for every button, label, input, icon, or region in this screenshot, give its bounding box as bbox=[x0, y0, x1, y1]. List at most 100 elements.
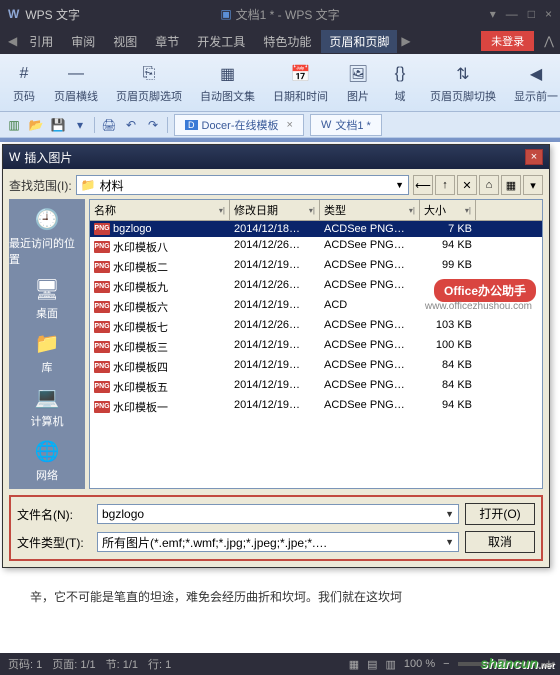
png-icon: PNG bbox=[94, 301, 110, 313]
places-item-1[interactable]: 🖥桌面 bbox=[31, 275, 63, 321]
tab-review[interactable]: 审阅 bbox=[63, 30, 103, 53]
file-type: ACDSee PNG… bbox=[320, 398, 420, 416]
dropdown-icon[interactable]: ▾ bbox=[490, 7, 496, 21]
place-label: 库 bbox=[42, 359, 53, 375]
tab-header-footer[interactable]: 页眉和页脚 bbox=[321, 30, 397, 53]
minimize-button[interactable]: — bbox=[506, 7, 518, 21]
toolbar-button-2[interactable]: ✕ bbox=[457, 175, 477, 195]
filename-input[interactable]: bgzlogo ▼ bbox=[97, 504, 459, 524]
dialog-titlebar[interactable]: W 插入图片 × bbox=[3, 145, 549, 169]
ribbon-item-4[interactable]: 📅日期和时间 bbox=[273, 62, 328, 104]
toolbar-button-3[interactable]: ⌂ bbox=[479, 175, 499, 195]
statusbar: 页码: 1 页面: 1/1 节: 1/1 行: 1 ▦ ▤ ▥ 100 % − … bbox=[0, 653, 560, 675]
ribbon-item-0[interactable]: #页码 bbox=[12, 62, 36, 104]
toolbar-button-0[interactable]: ⟵ bbox=[413, 175, 433, 195]
ribbon-label: 页眉页脚选项 bbox=[116, 88, 182, 104]
undo-icon[interactable]: ↶ bbox=[123, 117, 139, 133]
file-type: ACDSee PNG… bbox=[320, 378, 420, 396]
file-row[interactable]: PNG水印模板八 2014/12/26… ACDSee PNG… 94 KB bbox=[90, 237, 542, 257]
file-row[interactable]: PNG水印模板四 2014/12/19… ACDSee PNG… 84 KB bbox=[90, 357, 542, 377]
file-date: 2014/12/19… bbox=[230, 258, 320, 276]
place-icon: 🌐 bbox=[31, 437, 63, 465]
ribbon-label: 自动图文集 bbox=[200, 88, 255, 104]
menu-caret-icon[interactable]: ⋀ bbox=[544, 34, 554, 48]
view-icon[interactable]: ▦ bbox=[349, 658, 359, 671]
file-row[interactable]: PNG水印模板三 2014/12/19… ACDSee PNG… 100 KB bbox=[90, 337, 542, 357]
column-size[interactable]: 大小▾| bbox=[420, 200, 476, 220]
png-icon: PNG bbox=[94, 223, 110, 235]
toolbar-button-4[interactable]: ▦ bbox=[501, 175, 521, 195]
file-name: 水印模板三 bbox=[113, 339, 168, 355]
titlebar: W WPS 文字 ▣ 文档1 * - WPS 文字 ▾ — □ × bbox=[0, 0, 560, 28]
quick-access-bar: ▥ 📂 💾 ▾ 🖨 ↶ ↷ D Docer-在线模板 × W 文档1 * bbox=[0, 112, 560, 138]
new-icon[interactable]: ▥ bbox=[6, 117, 22, 133]
doc-tab-docer[interactable]: D Docer-在线模板 × bbox=[174, 114, 304, 136]
ribbon-item-7[interactable]: ⇅页眉页脚切换 bbox=[430, 62, 496, 104]
login-button[interactable]: 未登录 bbox=[481, 31, 534, 51]
file-name: 水印模板一 bbox=[113, 399, 168, 415]
tab-devtools[interactable]: 开发工具 bbox=[189, 30, 253, 53]
dialog-close-button[interactable]: × bbox=[525, 149, 543, 165]
ribbon-icon: {} bbox=[388, 62, 412, 86]
app-logo-icon: W bbox=[8, 7, 19, 21]
places-item-4[interactable]: 🌐网络 bbox=[31, 437, 63, 483]
open-button[interactable]: 打开(O) bbox=[465, 503, 535, 525]
view-icon[interactable]: ▥ bbox=[386, 658, 396, 671]
file-type: ACD bbox=[320, 298, 420, 316]
ribbon-icon: # bbox=[12, 62, 36, 86]
file-row[interactable]: PNG水印模板二 2014/12/19… ACDSee PNG… 99 KB bbox=[90, 257, 542, 277]
cancel-button[interactable]: 取消 bbox=[465, 531, 535, 553]
file-name: 水印模板六 bbox=[113, 299, 168, 315]
qat-more-icon[interactable]: ▾ bbox=[72, 117, 88, 133]
ribbon-item-1[interactable]: —页眉横线 bbox=[54, 62, 98, 104]
column-type[interactable]: 类型▾| bbox=[320, 200, 420, 220]
word-doc-icon: W bbox=[321, 119, 331, 131]
office-helper-badge: Office办公助手 bbox=[434, 279, 536, 302]
column-date[interactable]: 修改日期▾| bbox=[230, 200, 320, 220]
file-size: 84 KB bbox=[420, 358, 476, 376]
file-row[interactable]: PNG水印模板七 2014/12/26… ACDSee PNG… 103 KB bbox=[90, 317, 542, 337]
tab-view[interactable]: 视图 bbox=[105, 30, 145, 53]
places-item-0[interactable]: 🕘最近访问的位置 bbox=[9, 205, 85, 267]
lookin-label: 查找范围(I): bbox=[9, 177, 72, 194]
ribbon-item-5[interactable]: 🖼图片 bbox=[346, 62, 370, 104]
column-name[interactable]: 名称▾| bbox=[90, 200, 230, 220]
zoom-out-button[interactable]: − bbox=[443, 658, 449, 670]
open-icon[interactable]: 📂 bbox=[28, 117, 44, 133]
print-icon[interactable]: 🖨 bbox=[101, 117, 117, 133]
ribbon-item-3[interactable]: ▦自动图文集 bbox=[200, 62, 255, 104]
toolbar-button-1[interactable]: ↑ bbox=[435, 175, 455, 195]
ribbon-item-8[interactable]: ◀显示前一 bbox=[514, 62, 558, 104]
dialog-icon: W bbox=[9, 150, 20, 164]
filetype-label: 文件类型(T): bbox=[17, 534, 91, 551]
ribbon-item-6[interactable]: {}域 bbox=[388, 62, 412, 104]
png-icon: PNG bbox=[94, 401, 110, 413]
places-item-3[interactable]: 💻计算机 bbox=[31, 383, 64, 429]
tab-chapter[interactable]: 章节 bbox=[147, 30, 187, 53]
tab-close-icon[interactable]: × bbox=[287, 119, 293, 131]
tab-references[interactable]: 引用 bbox=[21, 30, 61, 53]
doc-tab-document[interactable]: W 文档1 * bbox=[310, 114, 382, 136]
file-row[interactable]: PNG水印模板一 2014/12/19… ACDSee PNG… 94 KB bbox=[90, 397, 542, 417]
docer-icon: D bbox=[185, 120, 198, 130]
filetype-combo[interactable]: 所有图片(*.emf;*.wmf;*.jpg;*.jpeg;*.jpe;*.… … bbox=[97, 532, 459, 552]
ribbon-icon: ⇅ bbox=[451, 62, 475, 86]
save-icon[interactable]: 💾 bbox=[50, 117, 66, 133]
filename-label: 文件名(N): bbox=[17, 506, 91, 523]
file-row[interactable]: PNGbgzlogo 2014/12/18… ACDSee PNG… 7 KB bbox=[90, 221, 542, 237]
file-list[interactable]: Office办公助手 www.officezhushou.com PNGbgzl… bbox=[90, 221, 542, 488]
path-value: 材料 bbox=[100, 177, 124, 194]
path-combo[interactable]: 📁 材料 ▼ bbox=[76, 175, 409, 195]
tab-features[interactable]: 特色功能 bbox=[255, 30, 319, 53]
close-button[interactable]: × bbox=[545, 7, 552, 21]
nav-prev-icon[interactable]: ◀ bbox=[8, 34, 17, 48]
file-row[interactable]: PNG水印模板五 2014/12/19… ACDSee PNG… 84 KB bbox=[90, 377, 542, 397]
nav-next-icon[interactable]: ▶ bbox=[401, 34, 410, 48]
maximize-button[interactable]: □ bbox=[528, 7, 535, 21]
ribbon-item-2[interactable]: ⎘页眉页脚选项 bbox=[116, 62, 182, 104]
ribbon-label: 图片 bbox=[347, 88, 369, 104]
places-item-2[interactable]: 📁库 bbox=[31, 329, 63, 375]
toolbar-button-5[interactable]: ▾ bbox=[523, 175, 543, 195]
redo-icon[interactable]: ↷ bbox=[145, 117, 161, 133]
view-icon[interactable]: ▤ bbox=[367, 658, 377, 671]
